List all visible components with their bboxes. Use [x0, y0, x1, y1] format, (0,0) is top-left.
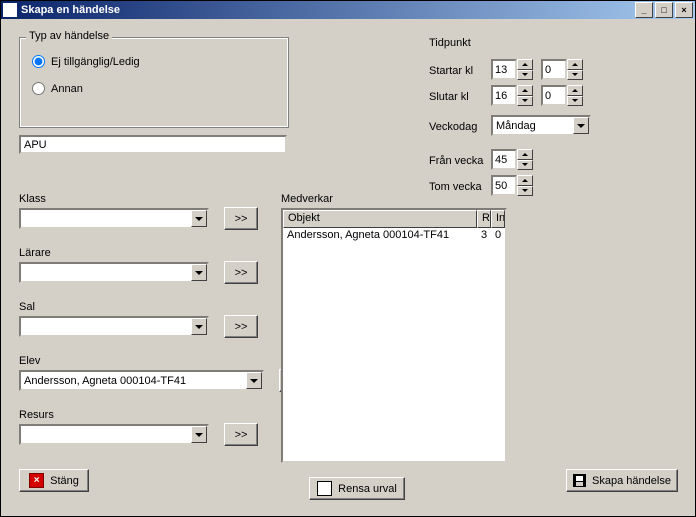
end-min-down[interactable]	[567, 96, 583, 107]
event-type-group: Typ av händelse Ej tillgänglig/Ledig Ann…	[19, 37, 289, 128]
resurs-label: Resurs	[19, 409, 54, 421]
window-title: Skapa en händelse	[21, 4, 633, 16]
create-button-label: Skapa händelse	[592, 475, 671, 487]
sal-combo[interactable]	[19, 316, 209, 337]
client-area: Typ av händelse Ej tillgänglig/Ledig Ann…	[1, 19, 695, 516]
cell-r: 3	[477, 228, 491, 244]
col-object[interactable]: Objekt	[283, 210, 477, 228]
start-hour-input[interactable]	[491, 59, 517, 80]
to-week-up[interactable]	[517, 175, 533, 186]
weekday-dropdown-button[interactable]	[573, 117, 589, 134]
to-week-spinner[interactable]	[491, 175, 533, 196]
cell-object: Andersson, Agneta 000104-TF41	[283, 228, 477, 244]
start-min-down[interactable]	[567, 70, 583, 81]
close-button[interactable]: × Stäng	[19, 469, 89, 492]
end-label: Slutar kl	[429, 91, 469, 103]
resurs-dropdown-button[interactable]	[191, 426, 207, 443]
start-hour-spinner[interactable]	[491, 59, 533, 80]
document-icon	[317, 481, 332, 496]
sal-label: Sal	[19, 301, 35, 313]
maximize-button[interactable]: □	[655, 2, 673, 18]
cell-in: 0	[491, 228, 505, 244]
clear-button-label: Rensa urval	[338, 483, 397, 495]
elev-dropdown-button[interactable]	[246, 372, 262, 389]
larare-add-button[interactable]: >>	[224, 261, 258, 284]
tidpunkt-heading: Tidpunkt	[429, 37, 471, 49]
titlebar: Skapa en händelse _ □ ×	[1, 1, 695, 19]
app-window: Skapa en händelse _ □ × Typ av händelse …	[0, 0, 696, 517]
participants-heading: Medverkar	[281, 193, 333, 205]
weekday-combo[interactable]: Måndag	[491, 115, 591, 136]
klass-combo[interactable]	[19, 208, 209, 229]
save-icon	[573, 474, 586, 487]
end-hour-input[interactable]	[491, 85, 517, 106]
event-type-legend: Typ av händelse	[26, 30, 112, 42]
col-in[interactable]: In	[491, 210, 505, 228]
end-min-spinner[interactable]	[541, 85, 583, 106]
klass-label: Klass	[19, 193, 46, 205]
end-hour-up[interactable]	[517, 85, 533, 96]
clear-button[interactable]: Rensa urval	[309, 477, 405, 500]
app-icon	[3, 3, 17, 17]
end-hour-down[interactable]	[517, 96, 533, 107]
close-icon: ×	[29, 473, 44, 488]
table-row[interactable]: Andersson, Agneta 000104-TF4130	[283, 228, 505, 244]
radio-unavailable[interactable]: Ej tillgänglig/Ledig	[32, 55, 276, 68]
from-week-spinner[interactable]	[491, 149, 533, 170]
minimize-button[interactable]: _	[635, 2, 653, 18]
sal-dropdown-button[interactable]	[191, 318, 207, 335]
start-min-spinner[interactable]	[541, 59, 583, 80]
end-hour-spinner[interactable]	[491, 85, 533, 106]
start-min-input[interactable]	[541, 59, 567, 80]
subject-input[interactable]	[19, 135, 287, 154]
radio-unavailable-label: Ej tillgänglig/Ledig	[51, 56, 140, 68]
from-week-down[interactable]	[517, 160, 533, 171]
to-week-label: Tom vecka	[429, 181, 482, 193]
radio-unavailable-input[interactable]	[32, 55, 45, 68]
weekday-label: Veckodag	[429, 121, 477, 133]
elev-combo[interactable]: Andersson, Agneta 000104-TF41	[19, 370, 264, 391]
radio-other-input[interactable]	[32, 82, 45, 95]
resurs-combo[interactable]	[19, 424, 209, 445]
larare-dropdown-button[interactable]	[191, 264, 207, 281]
radio-other-label: Annan	[51, 83, 83, 95]
elev-label: Elev	[19, 355, 40, 367]
radio-other[interactable]: Annan	[32, 82, 276, 95]
create-button[interactable]: Skapa händelse	[566, 469, 678, 492]
from-week-up[interactable]	[517, 149, 533, 160]
close-button-label: Stäng	[50, 475, 79, 487]
close-window-button[interactable]: ×	[675, 2, 693, 18]
start-min-up[interactable]	[567, 59, 583, 70]
klass-dropdown-button[interactable]	[191, 210, 207, 227]
to-week-down[interactable]	[517, 186, 533, 197]
end-min-input[interactable]	[541, 85, 567, 106]
start-label: Startar kl	[429, 65, 473, 77]
larare-label: Lärare	[19, 247, 51, 259]
start-hour-down[interactable]	[517, 70, 533, 81]
larare-combo[interactable]	[19, 262, 209, 283]
from-week-input[interactable]	[491, 149, 517, 170]
end-min-up[interactable]	[567, 85, 583, 96]
weekday-value: Måndag	[493, 120, 573, 132]
elev-value: Andersson, Agneta 000104-TF41	[21, 375, 246, 387]
from-week-label: Från vecka	[429, 155, 483, 167]
to-week-input[interactable]	[491, 175, 517, 196]
start-hour-up[interactable]	[517, 59, 533, 70]
participants-table[interactable]: Objekt R In Andersson, Agneta 000104-TF4…	[281, 208, 507, 463]
klass-add-button[interactable]: >>	[224, 207, 258, 230]
resurs-add-button[interactable]: >>	[224, 423, 258, 446]
sal-add-button[interactable]: >>	[224, 315, 258, 338]
col-r[interactable]: R	[477, 210, 491, 228]
participants-header-row: Objekt R In	[283, 210, 505, 228]
